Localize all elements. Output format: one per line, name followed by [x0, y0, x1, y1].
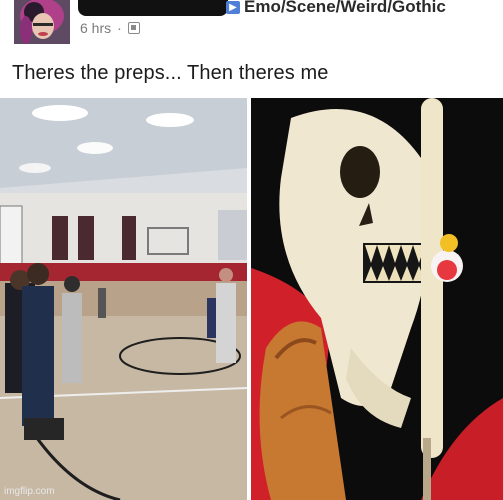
avatar[interactable]: [14, 0, 70, 44]
meta-separator: ·: [117, 20, 122, 36]
arrow-right-icon: ▶: [226, 1, 240, 14]
post-timestamp[interactable]: 6 hrs: [80, 20, 111, 36]
redacted-author-name: [78, 0, 228, 16]
gym-photo[interactable]: [0, 98, 247, 500]
post-caption: Theres the preps... Then theres me: [12, 62, 329, 84]
group-name-link[interactable]: Emo/Scene/Weird/Gothic: [244, 0, 446, 17]
group-audience-icon[interactable]: [127, 22, 140, 34]
post-header: ▶ Emo/Scene/Weird/Gothic 6 hrs ·: [0, 0, 503, 52]
post-meta: 6 hrs ·: [80, 20, 140, 36]
meme-images: [0, 98, 503, 500]
skeleton-photo[interactable]: [251, 98, 503, 500]
imgflip-watermark: imgflip.com: [4, 486, 55, 497]
